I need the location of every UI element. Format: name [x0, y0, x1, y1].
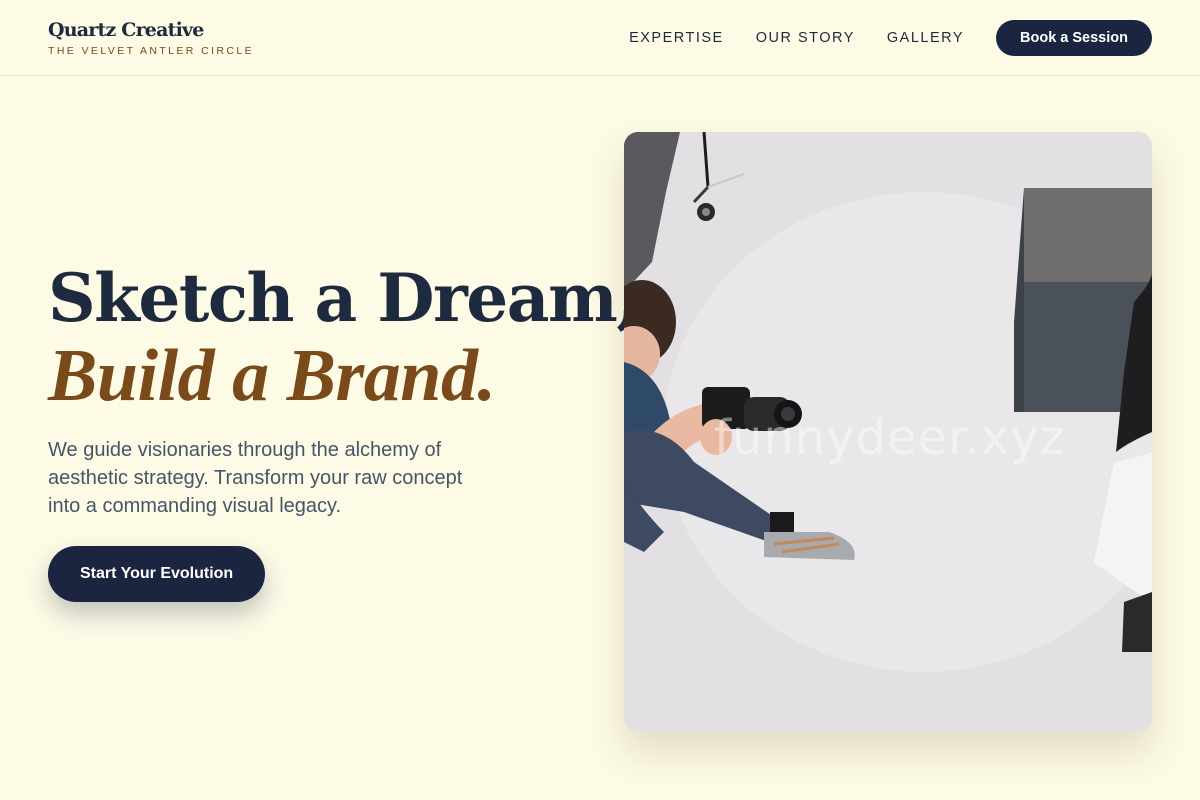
- nav-link-expertise[interactable]: EXPERTISE: [629, 20, 724, 56]
- headline-line-2: Build a Brand.: [48, 335, 496, 417]
- main-nav: EXPERTISE OUR STORY GALLERY Book a Sessi…: [629, 20, 1152, 56]
- brand-tagline: THE VELVET ANTLER CIRCLE: [48, 45, 255, 57]
- image-watermark: funnydeer.xyz: [714, 410, 1066, 466]
- hero-section: Sketch a Dream, Build a Brand. We guide …: [48, 258, 639, 520]
- nav-link-our-story[interactable]: OUR STORY: [756, 20, 855, 56]
- hero-photo: funnydeer.xyz: [624, 132, 1152, 732]
- hero-description: We guide visionaries through the alchemy…: [48, 439, 463, 517]
- brand-name: Quartz Creative: [48, 19, 204, 41]
- hero-headline: Sketch a Dream, Build a Brand.: [48, 258, 639, 417]
- nav-link-gallery[interactable]: GALLERY: [887, 20, 964, 56]
- start-evolution-button[interactable]: Start Your Evolution: [48, 546, 266, 602]
- book-session-button[interactable]: Book a Session: [996, 20, 1152, 56]
- site-header: Quartz Creative THE VELVET ANTLER CIRCLE…: [0, 0, 1200, 76]
- brand-logo[interactable]: Quartz Creative THE VELVET ANTLER CIRCLE: [48, 18, 254, 58]
- headline-line-1: Sketch a Dream,: [48, 259, 639, 337]
